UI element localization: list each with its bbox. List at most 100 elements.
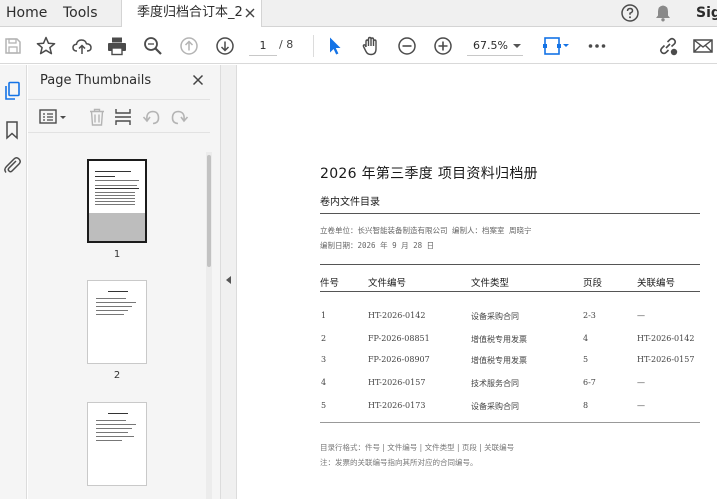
thumbnail-toolbar — [28, 99, 210, 133]
page-thumbnail-label: 2 — [113, 370, 121, 381]
search-icon — [144, 37, 162, 55]
column-header: 件号 — [320, 278, 340, 289]
divider — [320, 264, 700, 265]
close-icon[interactable] — [244, 7, 256, 19]
insert-page-button[interactable] — [112, 106, 134, 128]
column-header: 文件类型 — [471, 278, 510, 289]
panel-collapse-strip[interactable] — [221, 65, 237, 499]
printer-icon — [108, 37, 126, 56]
cloud-upload-icon — [72, 39, 92, 54]
column-header: 关联编号 — [637, 278, 676, 289]
cell-related-no: HT-2026-0157 — [637, 355, 695, 364]
menu-home[interactable]: Home — [6, 0, 47, 26]
delete-page-button[interactable] — [86, 106, 108, 128]
rotate-clockwise-icon — [171, 110, 189, 125]
page-thumbnail-3[interactable] — [87, 402, 147, 486]
hand-icon — [362, 36, 377, 56]
chevron-down-icon — [513, 44, 521, 48]
menu-tools[interactable]: Tools — [63, 0, 98, 26]
page-layout-button[interactable] — [541, 35, 571, 57]
plus-circle-icon — [434, 37, 452, 55]
tab-bar: Home Tools 季度归档合订本_20... Sign — [0, 0, 717, 27]
cell-page-range: 2-3 — [583, 311, 596, 320]
help-icon[interactable] — [620, 3, 640, 23]
zoom-level-value: 67.5% — [473, 39, 508, 52]
rotate-left-button[interactable] — [141, 106, 163, 128]
cell-related-no: HT-2026-0142 — [637, 334, 695, 343]
page-number-input[interactable] — [249, 36, 277, 56]
upload-cloud-button[interactable] — [71, 35, 93, 57]
cell-file-type: 设备采购合同 — [471, 312, 519, 321]
trash-icon — [90, 108, 104, 126]
cell-related-no: — — [637, 311, 645, 320]
close-icon[interactable] — [192, 74, 204, 86]
divider — [320, 422, 700, 423]
minus-circle-icon — [398, 37, 416, 55]
page-thumbnail-1[interactable] — [87, 159, 147, 243]
email-button[interactable] — [692, 35, 714, 57]
document-footer-format: 目录行格式：件号 | 文件编号 | 文件类型 | 页段 | 关联编号 — [320, 443, 515, 452]
main-toolbar: / 8 67.5% — [0, 27, 717, 64]
attachments-button[interactable] — [1, 154, 23, 176]
cell-item-no: 5 — [321, 401, 327, 410]
cell-file-no: FP-2026-08851 — [368, 334, 430, 343]
page-fit-icon — [543, 37, 569, 55]
bookmarks-button[interactable] — [1, 119, 23, 141]
arrow-down-circle-icon — [216, 37, 234, 55]
page-thumbnail-2[interactable] — [87, 280, 147, 364]
cell-item-no: 1 — [321, 311, 327, 320]
cell-related-no: — — [637, 378, 645, 387]
column-header: 页段 — [583, 278, 603, 289]
divider — [320, 291, 700, 292]
document-view: 2026 年第三季度 项目资料归档册 卷内文件目录 立卷单位：长兴智能装备制造有… — [237, 65, 717, 499]
thumbnails-panel: Page Thumbnails 1 2 — [28, 65, 221, 499]
find-button[interactable] — [142, 35, 164, 57]
cell-file-no: HT-2026-0173 — [368, 401, 426, 410]
next-page-button[interactable] — [214, 35, 236, 57]
zoom-in-button[interactable] — [432, 35, 454, 57]
star-icon — [36, 36, 56, 55]
cell-related-no: — — [637, 401, 645, 410]
cell-item-no: 4 — [321, 378, 327, 387]
share-link-button[interactable] — [657, 35, 679, 57]
divider — [320, 213, 700, 214]
rotate-counterclockwise-icon — [142, 110, 160, 125]
bookmark-icon — [6, 121, 18, 140]
zoom-out-button[interactable] — [396, 35, 418, 57]
previous-page-button[interactable] — [178, 35, 200, 57]
cell-file-type: 增值税专用发票 — [471, 356, 527, 365]
cell-file-type: 技术服务合同 — [471, 379, 519, 388]
thumbnail-scrollbar-thumb[interactable] — [207, 155, 211, 267]
thumbnail-options-button[interactable] — [38, 106, 70, 128]
zoom-level-select[interactable]: 67.5% — [467, 36, 523, 56]
document-subtitle: 卷内文件目录 — [320, 197, 380, 208]
bell-icon[interactable] — [653, 3, 673, 23]
chevron-left-icon — [226, 276, 231, 284]
save-button[interactable] — [2, 35, 24, 57]
cell-page-range: 8 — [583, 401, 589, 410]
save-icon — [5, 38, 21, 54]
navigation-rail — [0, 65, 27, 499]
options-menu-icon — [39, 109, 66, 124]
arrow-up-circle-icon — [180, 37, 198, 55]
page-thumbnails-button[interactable] — [1, 80, 23, 102]
cursor-arrow-icon — [330, 37, 341, 55]
thumbnail-loading-area — [89, 213, 145, 241]
bookmark-star-button[interactable] — [35, 35, 57, 57]
cell-file-no: FP-2026-08907 — [368, 355, 430, 364]
sign-in-button[interactable]: Sign — [696, 0, 717, 26]
more-tools-button[interactable] — [586, 35, 608, 57]
rotate-right-button[interactable] — [168, 106, 190, 128]
panel-title: Page Thumbnails — [40, 73, 152, 88]
cell-page-range: 4 — [583, 334, 589, 343]
link-icon — [660, 37, 678, 56]
document-tab[interactable]: 季度归档合订本_20... — [121, 0, 262, 27]
document-meta-date: 编制日期：2026 年 9 月 28 日 — [320, 241, 435, 250]
cell-file-type: 增值税专用发票 — [471, 335, 527, 344]
paperclip-icon — [4, 157, 21, 173]
cell-file-type: 设备采购合同 — [471, 402, 519, 411]
cell-item-no: 2 — [321, 334, 327, 343]
print-button[interactable] — [106, 35, 128, 57]
hand-tool-button[interactable] — [360, 35, 382, 57]
select-tool-button[interactable] — [324, 35, 346, 57]
